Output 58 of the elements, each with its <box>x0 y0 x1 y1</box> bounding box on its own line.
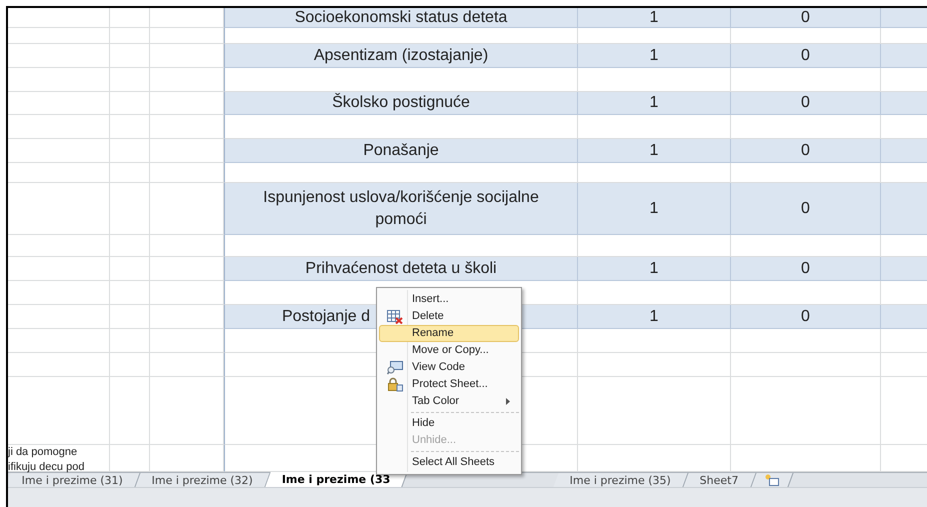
empty-cell <box>110 139 150 163</box>
empty-cell <box>110 257 150 281</box>
menu-item[interactable]: Insert... <box>379 291 519 308</box>
sheet-tab[interactable]: Ime i prezime (32) <box>136 473 271 487</box>
sheet-tab[interactable]: Ime i prezime (35) <box>553 473 689 487</box>
empty-cell <box>110 163 150 183</box>
sheet-tab[interactable]: Sheet7 <box>684 473 756 487</box>
table-cell: 0 <box>730 305 880 329</box>
cell-text: ji da pomogne <box>8 445 78 460</box>
table-cell: Apsentizam (izostajanje) <box>224 44 577 68</box>
menu-item[interactable]: Select All Sheets <box>379 454 519 471</box>
table-cell: 0 <box>730 8 880 28</box>
menu-item[interactable]: Move or Copy... <box>379 342 519 359</box>
submenu-arrow-icon <box>506 398 510 405</box>
table-cell: 0 <box>730 139 880 163</box>
sheet-tab[interactable]: Ime i prezime (33 <box>266 472 409 487</box>
empty-cell <box>110 44 150 68</box>
empty-cell <box>110 183 150 235</box>
table-cell: 1 <box>577 139 730 163</box>
table-cell: 0 <box>730 257 880 281</box>
table-cell: 1 <box>577 305 730 329</box>
table-cell: Prihvaćenost deteta u školi <box>224 257 577 281</box>
cell-text: ifikuju decu pod <box>8 460 84 475</box>
menu-item[interactable]: View Code <box>379 359 519 376</box>
table-cell: 1 <box>577 183 730 235</box>
table-cell: Socioekonomski status deteta <box>224 8 577 28</box>
empty-cell <box>110 305 150 329</box>
empty-cell <box>110 28 150 44</box>
menu-item[interactable]: Protect Sheet... <box>379 376 519 393</box>
empty-cell <box>110 329 150 353</box>
empty-cell <box>110 281 150 305</box>
table-cell: Ispunjenost uslova/korišćenje socijalne pomoći <box>224 183 577 235</box>
table-cell: 1 <box>577 8 730 28</box>
empty-cell <box>110 92 150 115</box>
empty-cell <box>110 353 150 377</box>
menu-item[interactable]: Rename <box>379 325 519 342</box>
table-cell: 1 <box>577 257 730 281</box>
empty-cell <box>110 115 150 139</box>
empty-cell <box>110 8 150 28</box>
table-cell: 0 <box>730 44 880 68</box>
lock-icon <box>387 377 403 392</box>
table-cell: 0 <box>730 183 880 235</box>
new-sheet-icon <box>764 474 780 486</box>
menu-item[interactable]: Delete <box>379 308 519 325</box>
table-cell: Ponašanje <box>224 139 577 163</box>
table-cell: 1 <box>577 92 730 115</box>
table-cell: Školsko postignuće <box>224 92 577 115</box>
empty-cell <box>110 377 150 445</box>
empty-cell <box>110 68 150 92</box>
empty-cell <box>110 235 150 257</box>
table-cell: 1 <box>577 44 730 68</box>
delete-sheet-icon <box>387 310 403 324</box>
table-cell: 0 <box>730 92 880 115</box>
monitor-icon <box>387 360 403 374</box>
sheet-tab[interactable]: Ime i prezime (31) <box>8 473 141 487</box>
new-sheet-button[interactable] <box>751 473 794 487</box>
menu-item[interactable]: Hide <box>379 415 519 432</box>
menu-item[interactable]: Tab Color <box>379 393 519 410</box>
